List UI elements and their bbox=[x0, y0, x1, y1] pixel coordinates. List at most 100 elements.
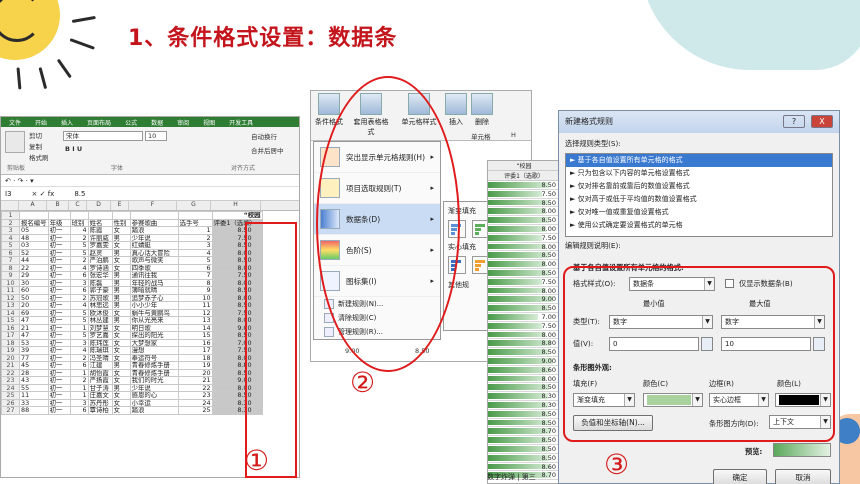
table-cell[interactable]: 初一 bbox=[47, 406, 71, 415]
table-cell[interactable]: 50 bbox=[19, 293, 49, 302]
table-cell[interactable]: 20 bbox=[19, 301, 49, 310]
table-cell[interactable]: 初一 bbox=[47, 368, 71, 377]
table-cell[interactable]: 庄嘉文 bbox=[87, 391, 113, 400]
table-cell[interactable]: 初一 bbox=[47, 271, 71, 280]
row-number[interactable]: 3 bbox=[1, 226, 20, 235]
table-cell[interactable]: 33 bbox=[19, 398, 49, 407]
table-cell[interactable]: 初一 bbox=[47, 398, 71, 407]
row-number[interactable]: 27 bbox=[1, 406, 20, 415]
row-number[interactable]: 15 bbox=[1, 316, 20, 325]
table-cell[interactable]: 探出的阳光 bbox=[129, 331, 179, 340]
table-cell[interactable]: 5 bbox=[69, 248, 89, 257]
delete-button[interactable]: 删除 bbox=[471, 93, 493, 127]
table-cell[interactable]: 漫想 bbox=[129, 346, 179, 355]
table-cell[interactable]: 男 bbox=[111, 361, 131, 370]
table-cell[interactable]: 39 bbox=[19, 346, 49, 355]
row-number[interactable]: 16 bbox=[1, 323, 20, 332]
row-number[interactable]: 22 bbox=[1, 368, 20, 377]
paste-icon[interactable] bbox=[5, 131, 25, 153]
table-cell[interactable]: 女 bbox=[111, 368, 131, 377]
row-number[interactable]: 25 bbox=[1, 391, 20, 400]
row-number[interactable]: 7 bbox=[1, 256, 20, 265]
header-cell[interactable]: 性别 bbox=[111, 218, 131, 227]
ribbon-tab[interactable]: 数据 bbox=[151, 118, 163, 127]
table-cell[interactable]: 林丛建 bbox=[87, 316, 113, 325]
table-cell[interactable]: 初一 bbox=[47, 293, 71, 302]
table-cell[interactable]: 88 bbox=[19, 406, 49, 415]
table-cell[interactable]: 77 bbox=[19, 353, 49, 362]
table-cell[interactable]: 16 bbox=[177, 338, 213, 347]
table-cell[interactable]: 5 bbox=[69, 316, 89, 325]
format-painter-button[interactable]: 格式刷 bbox=[29, 152, 49, 162]
table-cell[interactable]: 男 bbox=[111, 316, 131, 325]
table-cell[interactable]: 陈磊 bbox=[87, 278, 113, 287]
table-cell[interactable]: 初一 bbox=[47, 226, 71, 235]
table-cell[interactable]: 明日歌 bbox=[129, 323, 179, 332]
table-cell[interactable]: 陈玮莲 bbox=[87, 338, 113, 347]
table-cell[interactable]: 冯圣晴 bbox=[87, 353, 113, 362]
data-bar-cell[interactable]: 8.50 bbox=[488, 419, 560, 428]
rule-type-item[interactable]: ► 只为包含以下内容的单元格设置格式 bbox=[566, 167, 832, 180]
table-cell[interactable]: 胡怡霞 bbox=[87, 368, 113, 377]
table-cell[interactable]: 初一 bbox=[47, 256, 71, 265]
table-cell[interactable]: 24 bbox=[177, 398, 213, 407]
table-cell[interactable]: 1 bbox=[177, 226, 213, 235]
help-button[interactable]: ? bbox=[783, 115, 805, 128]
row-number[interactable]: 19 bbox=[1, 346, 20, 355]
empty-cell[interactable] bbox=[87, 211, 113, 220]
font-size-select[interactable]: 10 bbox=[145, 131, 167, 141]
table-cell[interactable]: 初一 bbox=[47, 353, 71, 362]
data-bar-cell[interactable]: 7.50 bbox=[488, 278, 560, 287]
font-style-buttons[interactable]: B I U bbox=[65, 145, 82, 153]
column-letter[interactable]: F bbox=[129, 201, 177, 210]
table-cell[interactable]: 男 bbox=[111, 383, 131, 392]
table-cell[interactable]: 赵灵 bbox=[87, 248, 113, 257]
data-bar-cell[interactable]: 8.50 bbox=[488, 304, 560, 313]
table-cell[interactable]: 21 bbox=[19, 323, 49, 332]
empty-cell[interactable] bbox=[19, 211, 49, 220]
table-cell[interactable]: 03 bbox=[19, 241, 49, 250]
table-cell[interactable]: 初一 bbox=[47, 391, 71, 400]
table-cell[interactable]: 30 bbox=[19, 278, 49, 287]
insert-button[interactable]: 插入 bbox=[445, 93, 467, 127]
data-bar-cell[interactable]: 8.50 bbox=[488, 436, 560, 445]
table-cell[interactable]: 8 bbox=[177, 278, 213, 287]
data-bar-cell[interactable]: 8.00 bbox=[488, 225, 560, 234]
table-cell[interactable]: 5 bbox=[69, 331, 89, 340]
data-bar-cell[interactable]: 7.50 bbox=[488, 234, 560, 243]
table-cell[interactable]: 女 bbox=[111, 391, 131, 400]
ribbon-tab[interactable]: 开始 bbox=[35, 118, 47, 127]
row-number[interactable]: 21 bbox=[1, 361, 20, 370]
data-bar-cell[interactable]: 8.50 bbox=[488, 251, 560, 261]
table-cell[interactable]: 43 bbox=[19, 376, 49, 385]
table-cell[interactable]: 女 bbox=[111, 263, 131, 272]
data-bar-cell[interactable]: 7.50 bbox=[488, 322, 560, 331]
table-cell[interactable]: 1 bbox=[69, 368, 89, 377]
table-cell[interactable]: 年轻的战马 bbox=[129, 278, 179, 287]
table-cell[interactable]: 蜗牛与黄鹂鸟 bbox=[129, 308, 179, 317]
ok-button[interactable]: 确定 bbox=[713, 469, 767, 484]
row-number[interactable]: 8 bbox=[1, 263, 20, 272]
table-cell[interactable]: 陈霞 bbox=[87, 226, 113, 235]
table-cell[interactable]: 初一 bbox=[47, 248, 71, 257]
table-cell[interactable]: 53 bbox=[19, 338, 49, 347]
table-cell[interactable]: 红蜻蜓 bbox=[129, 241, 179, 250]
table-cell[interactable]: 14 bbox=[177, 323, 213, 332]
table-cell[interactable]: 11 bbox=[19, 391, 49, 400]
table-cell[interactable]: 15 bbox=[177, 331, 213, 340]
table-cell[interactable]: 女 bbox=[111, 398, 131, 407]
data-bar-cell[interactable]: 8.50 bbox=[488, 383, 560, 393]
data-bar-cell[interactable]: 8.50 bbox=[488, 454, 560, 463]
formula-input[interactable]: 8.5 bbox=[74, 187, 85, 200]
header-cell[interactable]: 报名编号 bbox=[19, 218, 49, 227]
data-bar-cell[interactable]: 8.00 bbox=[488, 260, 560, 269]
table-cell[interactable]: 初一 bbox=[47, 331, 71, 340]
table-cell[interactable]: 5 bbox=[177, 256, 213, 265]
table-cell[interactable]: 女 bbox=[111, 308, 131, 317]
data-bar-cell[interactable]: 8.50 bbox=[488, 348, 560, 357]
name-box[interactable]: I3 bbox=[5, 187, 12, 200]
row-number[interactable]: 23 bbox=[1, 376, 20, 385]
table-cell[interactable]: 少年说 bbox=[129, 383, 179, 392]
table-cell[interactable]: 05 bbox=[19, 226, 49, 235]
table-cell[interactable]: 44 bbox=[19, 256, 49, 265]
